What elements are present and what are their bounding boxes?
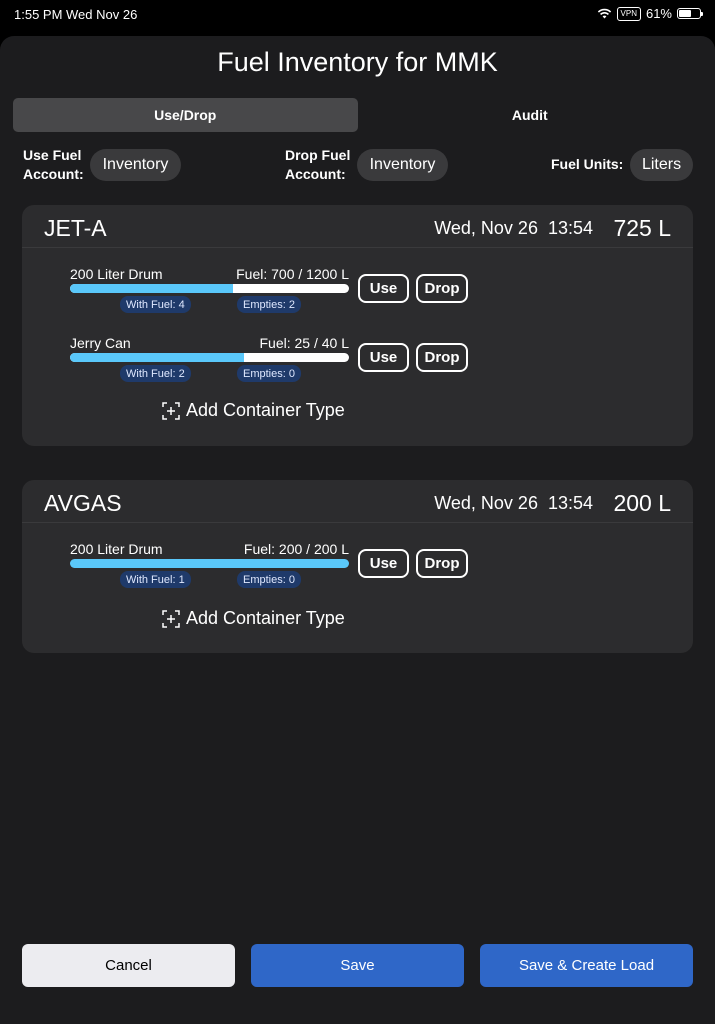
battery-percent: 61% xyxy=(645,6,672,21)
fuel-card-jet-a: JET-A Wed, Nov 26 13:54 725 L 200 Liter … xyxy=(22,205,693,446)
with-fuel-badge: With Fuel: 2 xyxy=(120,365,191,382)
add-container-label: Add Container Type xyxy=(186,608,345,628)
fuel-units-selector[interactable]: Liters xyxy=(630,149,693,181)
vpn-badge: VPN xyxy=(616,6,641,21)
drop-button[interactable]: Drop xyxy=(416,549,468,578)
fuel-level-bar xyxy=(70,284,349,293)
fuel-timestamp: Wed, Nov 26 13:54 xyxy=(434,493,593,513)
drop-fuel-account-selector[interactable]: Inventory xyxy=(357,149,448,181)
tab-audit[interactable]: Audit xyxy=(358,98,703,132)
add-container-type-button[interactable]: Add Container Type xyxy=(162,608,345,629)
container-fuel-amount: Fuel: 25 / 40 L xyxy=(259,335,349,351)
fuel-type-name: JET-A xyxy=(44,215,107,241)
add-container-icon xyxy=(162,401,180,420)
add-container-type-button[interactable]: Add Container Type xyxy=(162,400,345,421)
fuel-level-bar xyxy=(70,559,349,568)
with-fuel-badge: With Fuel: 1 xyxy=(120,571,191,588)
fuel-card-header: AVGAS Wed, Nov 26 13:54 200 L xyxy=(22,480,693,523)
empties-badge: Empties: 2 xyxy=(237,296,301,313)
drop-button[interactable]: Drop xyxy=(416,274,468,303)
fuel-inventory-sheet: Fuel Inventory for MMK Use/Drop Audit Us… xyxy=(0,36,715,1024)
add-container-label: Add Container Type xyxy=(186,400,345,420)
cancel-button[interactable]: Cancel xyxy=(22,944,235,987)
container-row-jerry-can: Jerry Can Fuel: 25 / 40 L With Fuel: 2 E… xyxy=(70,335,490,385)
battery-icon xyxy=(677,8,703,19)
status-indicators: VPN 61% xyxy=(597,6,703,21)
with-fuel-badge: With Fuel: 4 xyxy=(120,296,191,313)
fuel-level-bar xyxy=(70,353,349,362)
fuel-total: 200 L xyxy=(613,490,671,516)
empties-badge: Empties: 0 xyxy=(237,571,301,588)
drop-button[interactable]: Drop xyxy=(416,343,468,372)
empties-badge: Empties: 0 xyxy=(237,365,301,382)
fuel-type-name: AVGAS xyxy=(44,490,122,516)
use-button[interactable]: Use xyxy=(358,274,409,303)
wifi-icon xyxy=(597,8,611,19)
container-fuel-amount: Fuel: 200 / 200 L xyxy=(243,541,349,557)
drop-fuel-account-label: Drop Fuel Account: xyxy=(285,147,351,182)
use-button[interactable]: Use xyxy=(358,343,409,372)
container-row-200-liter-drum: 200 Liter Drum Fuel: 200 / 200 L With Fu… xyxy=(70,541,490,591)
status-date: Wed Nov 26 xyxy=(66,7,138,22)
status-bar: 1:55 PM Wed Nov 26 VPN 61% xyxy=(0,0,715,30)
use-fuel-account-label: Use Fuel Account: xyxy=(23,147,84,182)
page-title: Fuel Inventory for MMK xyxy=(217,47,498,77)
fuel-timestamp: Wed, Nov 26 13:54 xyxy=(434,218,593,238)
fuel-total: 725 L xyxy=(613,215,671,241)
container-fuel-amount: Fuel: 700 / 1200 L xyxy=(236,266,349,282)
status-time: 1:55 PM xyxy=(14,7,63,22)
use-button[interactable]: Use xyxy=(358,549,409,578)
fuel-card-header: JET-A Wed, Nov 26 13:54 725 L xyxy=(22,205,693,248)
save-and-create-load-button[interactable]: Save & Create Load xyxy=(480,944,693,987)
tab-use-drop[interactable]: Use/Drop xyxy=(13,98,358,132)
mode-segmented-control: Use/Drop Audit xyxy=(13,98,702,132)
add-container-icon xyxy=(162,609,180,628)
use-fuel-account-selector[interactable]: Inventory xyxy=(90,149,181,181)
container-row-200-liter-drum: 200 Liter Drum Fuel: 700 / 1200 L With F… xyxy=(70,266,490,316)
fuel-card-avgas: AVGAS Wed, Nov 26 13:54 200 L 200 Liter … xyxy=(22,480,693,653)
fuel-units-label: Fuel Units: xyxy=(551,156,624,172)
save-button[interactable]: Save xyxy=(251,944,464,987)
